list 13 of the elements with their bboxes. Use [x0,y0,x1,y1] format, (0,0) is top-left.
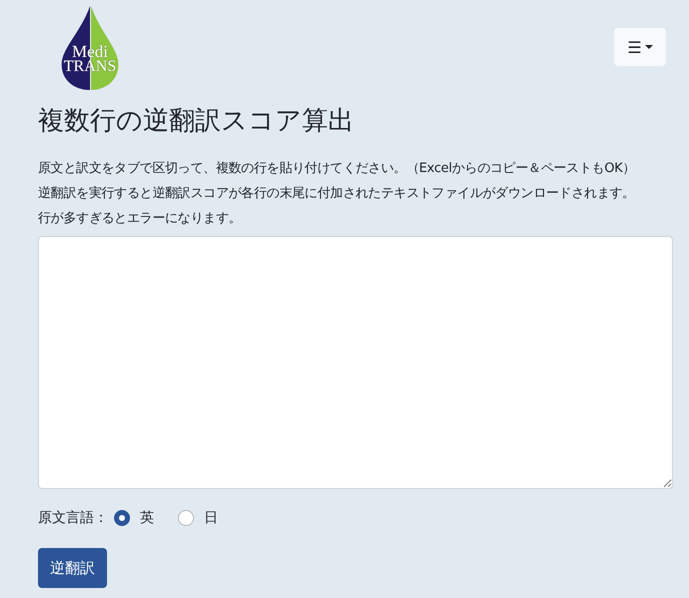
radio-button[interactable] [114,510,130,526]
logo-text: Medi [72,43,108,60]
back-translate-button[interactable]: 逆翻訳 [38,548,107,588]
page-title: 複数行の逆翻訳スコア算出 [38,105,355,138]
radio-label: 英 [140,509,154,527]
instruction-text: 原文と訳文をタブで区切って、複数の行を貼り付けてください。（Excelからのコピー＆ペーストもOK） [38,160,636,178]
radio-label: 日 [204,509,218,527]
instruction-text: 行が多すぎるとエラーになります。 [38,210,242,228]
language-label: 原文言語： [38,509,108,527]
instruction-text: 逆翻訳を実行すると逆翻訳スコアが各行の末尾に付加されたテキストファイルがダウンロードされます。 [38,185,636,203]
radio-button[interactable] [178,510,194,526]
input-field[interactable] [38,236,673,489]
menu-button[interactable]: ☰ [614,28,666,66]
